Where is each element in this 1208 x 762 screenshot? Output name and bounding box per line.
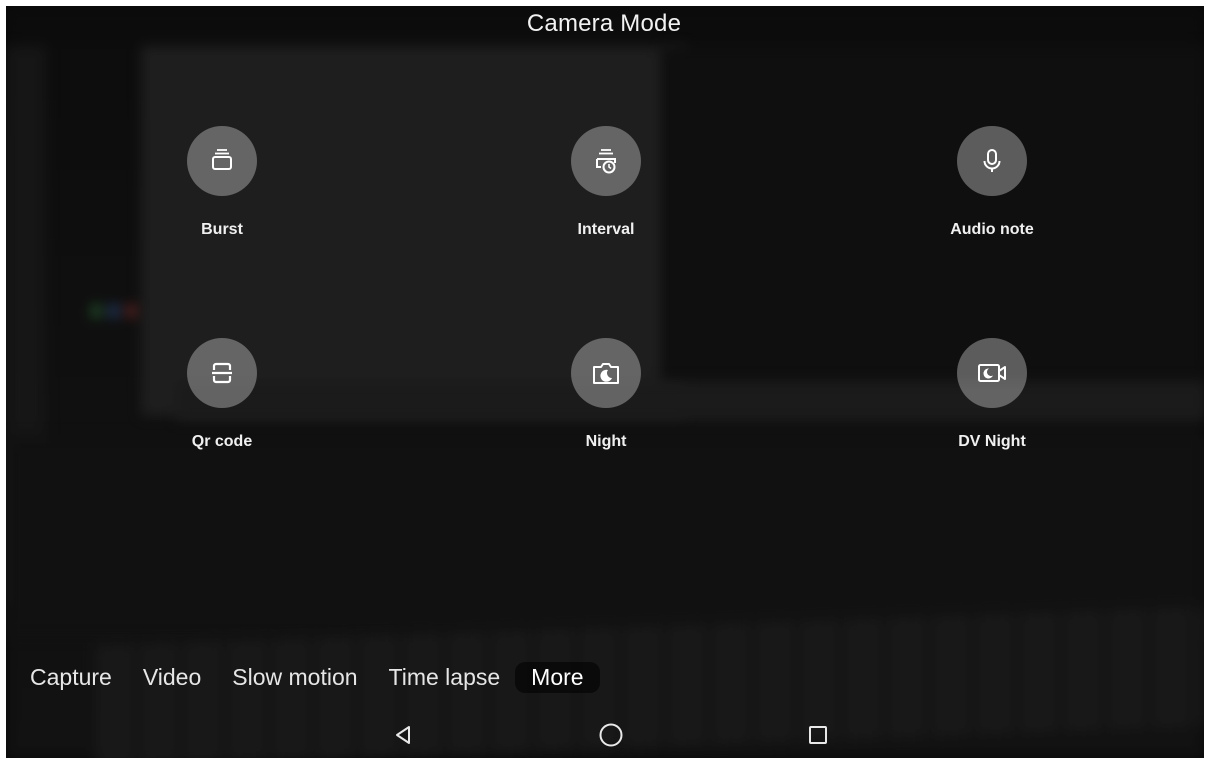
mode-label: Interval xyxy=(577,221,635,238)
recents-button[interactable] xyxy=(803,720,833,750)
audio-note-button[interactable] xyxy=(957,126,1027,196)
mode-label: DV Night xyxy=(958,433,1026,450)
mode-night[interactable]: Night xyxy=(506,338,706,451)
home-button[interactable] xyxy=(596,720,626,750)
back-button[interactable] xyxy=(388,720,418,750)
home-icon xyxy=(599,723,623,747)
interval-icon xyxy=(596,149,616,174)
night-camera-icon xyxy=(593,363,619,384)
dv-night-button[interactable] xyxy=(957,338,1027,408)
burst-icon xyxy=(212,149,232,170)
recents-icon xyxy=(809,726,827,744)
tab-capture[interactable]: Capture xyxy=(30,664,112,691)
mode-dv-night[interactable]: DV Night xyxy=(892,338,1092,451)
tab-video[interactable]: Video xyxy=(143,664,201,691)
mode-audio-note[interactable]: Audio note xyxy=(892,126,1092,239)
mode-qr-code[interactable]: Qr code xyxy=(122,338,322,451)
microphone-icon xyxy=(983,149,1001,172)
burst-button[interactable] xyxy=(187,126,257,196)
tab-more[interactable]: More xyxy=(515,661,600,693)
interval-button[interactable] xyxy=(571,126,641,196)
night-video-icon xyxy=(978,364,1006,382)
page-title: Camera Mode xyxy=(526,10,682,37)
back-icon xyxy=(396,726,410,744)
night-button[interactable] xyxy=(571,338,641,408)
mode-label: Burst xyxy=(201,221,243,238)
tab-time-lapse[interactable]: Time lapse xyxy=(389,664,501,691)
mode-label: Audio note xyxy=(950,221,1034,238)
qr-code-button[interactable] xyxy=(187,338,257,408)
camera-mode-bar: Capture Video Slow motion Time lapse Mor… xyxy=(30,660,631,694)
tab-slow-motion[interactable]: Slow motion xyxy=(232,664,357,691)
mode-label: Qr code xyxy=(191,433,253,450)
mode-label: Night xyxy=(585,433,627,450)
qr-code-icon xyxy=(212,362,232,384)
mode-burst[interactable]: Burst xyxy=(122,126,322,239)
mode-interval[interactable]: Interval xyxy=(506,126,706,239)
